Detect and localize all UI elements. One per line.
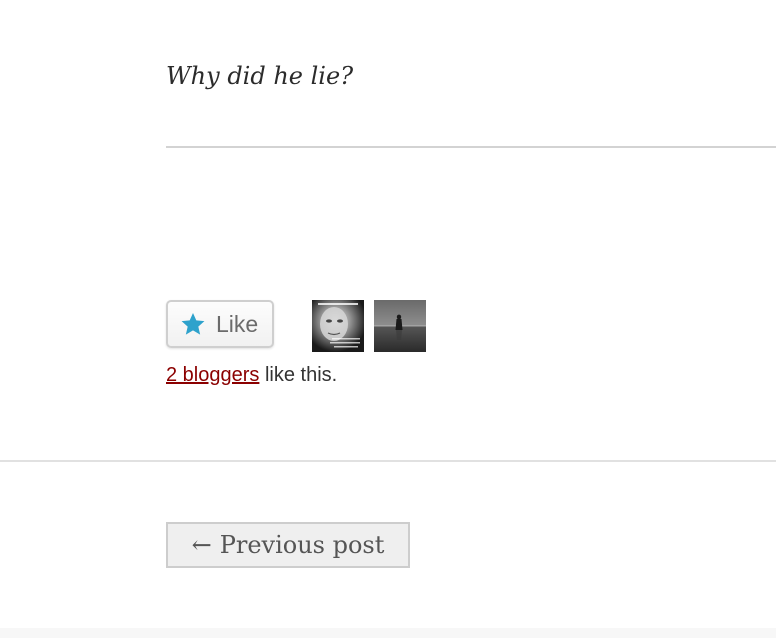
- likes-summary-text: like this.: [259, 364, 338, 386]
- post-quote: Why did he lie?: [166, 62, 354, 90]
- section-divider: [0, 460, 776, 462]
- previous-post-label: Previous post: [219, 531, 385, 559]
- liker-avatar[interactable]: [312, 300, 364, 352]
- previous-post-button[interactable]: ← Previous post: [166, 522, 410, 568]
- likes-summary: 2 bloggers like this.: [166, 362, 337, 388]
- like-button-label: Like: [216, 310, 259, 337]
- star-icon: [181, 312, 205, 335]
- liker-avatar[interactable]: [374, 300, 426, 352]
- content-divider: [166, 146, 776, 148]
- footer-band: [0, 628, 776, 638]
- bloggers-link[interactable]: 2 bloggers: [166, 364, 259, 386]
- like-button[interactable]: Like: [166, 300, 274, 348]
- left-arrow-icon: ←: [191, 531, 212, 559]
